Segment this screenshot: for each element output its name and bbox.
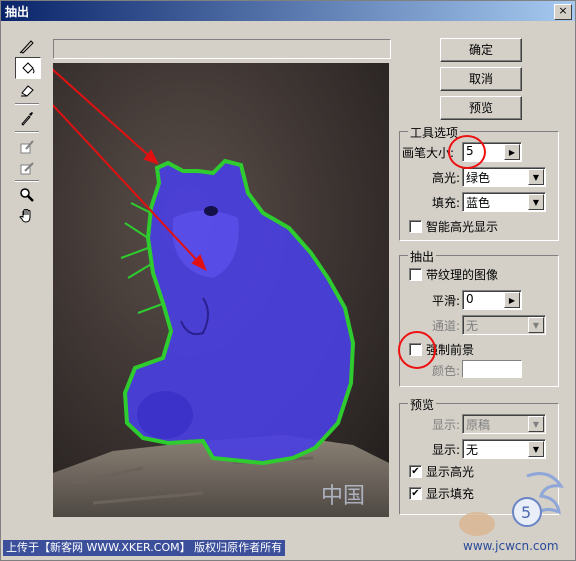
smart-highlight-label: 智能高光显示 — [426, 220, 499, 234]
highlighter-icon — [19, 40, 34, 54]
smart-highlight-checkbox[interactable] — [409, 220, 422, 233]
show-select[interactable]: 原稿 ▼ — [462, 414, 546, 434]
highlight-color-select[interactable]: 绿色 ▼ — [462, 167, 546, 187]
display-select[interactable]: 无 ▼ — [462, 439, 546, 459]
preview-heading: 预览 — [408, 396, 437, 413]
smooth-value: 0 — [466, 292, 474, 306]
hand-icon — [19, 209, 31, 223]
ok-button[interactable]: 确定 — [440, 38, 522, 62]
smooth-label: 平滑: — [431, 294, 460, 308]
smooth-input[interactable]: 0 ▶ — [462, 290, 522, 310]
status-hint-field — [53, 39, 391, 59]
highlight-label: 高光: — [431, 171, 460, 185]
annotation-circle — [448, 135, 486, 169]
site-logo-watermark: 5 www.jcwcn.com — [459, 472, 565, 553]
fill-color-value: 蓝色 — [466, 196, 491, 210]
image-preview-canvas[interactable]: 中国 — [53, 63, 389, 517]
cancel-button[interactable]: 取消 — [440, 67, 522, 91]
textured-image-checkbox[interactable] — [409, 268, 422, 281]
channel-select[interactable]: 无 ▼ — [462, 315, 546, 335]
display-value: 无 — [466, 443, 479, 457]
display-label: 显示: — [431, 443, 460, 457]
fill-color-select[interactable]: 蓝色 ▼ — [462, 192, 546, 212]
magnifier-icon — [20, 188, 34, 202]
edge-touchup-tool[interactable] — [15, 157, 39, 177]
highlight-color-value: 绿色 — [466, 171, 491, 185]
edge-highlighter-tool[interactable] — [15, 36, 39, 56]
cleanup-icon — [20, 140, 34, 154]
eyedropper-icon — [21, 112, 33, 126]
hand-tool[interactable] — [15, 206, 39, 226]
cleanup-tool[interactable] — [15, 136, 39, 156]
title-bar: 抽出 × — [1, 1, 575, 21]
chevron-down-icon[interactable]: ▼ — [528, 169, 544, 185]
annotation-circle — [398, 331, 436, 369]
extract-dialog: 抽出 × 中国 确定 取消 预览 工具选项 画笔大小: 5 ▶ 高光: 绿色 ▼… — [0, 0, 576, 561]
arrow-right-icon[interactable]: ▶ — [504, 144, 520, 160]
show-label: 显示: — [431, 418, 460, 432]
tool-options-heading: 工具选项 — [408, 124, 461, 141]
watermark-url: www.jcwcn.com — [463, 539, 559, 553]
chevron-down-icon[interactable]: ▼ — [528, 317, 544, 333]
tool-palette — [15, 35, 49, 227]
watermark-cn: 中国 — [321, 484, 365, 509]
textured-image-label: 带纹理的图像 — [426, 268, 499, 282]
arrow-right-icon[interactable]: ▶ — [504, 292, 520, 308]
close-button[interactable]: × — [554, 4, 572, 20]
show-highlight-checkbox[interactable]: ✔ — [409, 465, 422, 478]
toolbar-separator — [15, 131, 39, 133]
chevron-down-icon[interactable]: ▼ — [528, 194, 544, 210]
chevron-down-icon[interactable]: ▼ — [528, 416, 544, 432]
channel-value: 无 — [466, 319, 479, 333]
preview-button[interactable]: 预览 — [440, 96, 522, 120]
color-swatch[interactable] — [462, 360, 522, 378]
window-title: 抽出 — [5, 5, 30, 19]
fill-tool[interactable] — [15, 57, 41, 79]
eraser-icon — [21, 85, 34, 97]
show-value: 原稿 — [466, 418, 491, 432]
upload-credit-banner: 上传于【新客网 WWW.XKER.COM】 版权归原作者所有 — [3, 540, 286, 556]
svg-text:5: 5 — [521, 503, 531, 522]
show-fill-checkbox[interactable]: ✔ — [409, 487, 422, 500]
paint-bucket-icon — [22, 62, 35, 74]
eyedropper-tool[interactable] — [15, 108, 39, 128]
chevron-down-icon[interactable]: ▼ — [528, 441, 544, 457]
zoom-tool[interactable] — [15, 185, 39, 205]
eraser-tool[interactable] — [15, 80, 39, 100]
toolbar-separator — [15, 180, 39, 182]
brush-size-label: 画笔大小: — [401, 146, 454, 160]
toolbar-separator — [15, 103, 39, 105]
squirrel-image: 中国 — [53, 63, 389, 517]
fill-label: 填充: — [431, 196, 460, 210]
edge-touchup-icon — [20, 162, 34, 175]
extraction-heading: 抽出 — [408, 248, 437, 265]
